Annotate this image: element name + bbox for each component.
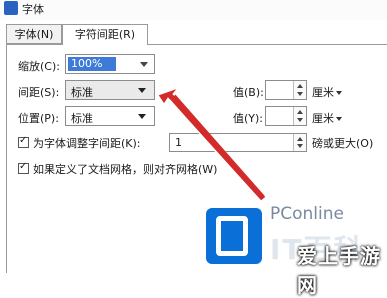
watermark-site: 爱上手游网 bbox=[297, 244, 381, 297]
pconline-logo bbox=[206, 208, 262, 264]
watermark-brand: PConline bbox=[270, 204, 344, 224]
tab-character-spacing[interactable]: 字符间距(R) bbox=[62, 24, 148, 45]
